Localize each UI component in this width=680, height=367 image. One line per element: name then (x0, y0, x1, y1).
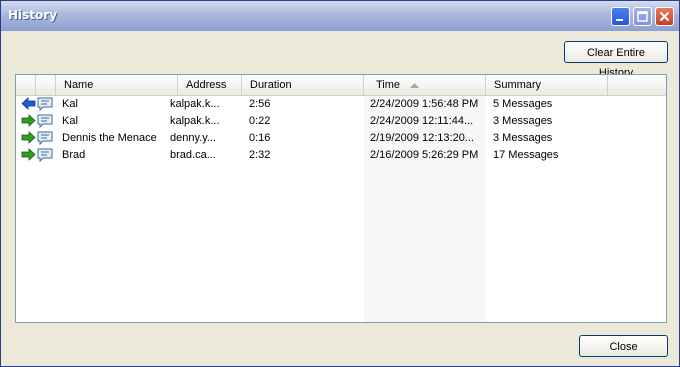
row-summary: 5 Messages (493, 98, 553, 110)
row-address: brad.ca... (170, 149, 216, 161)
header-direction-column[interactable] (16, 75, 36, 95)
incoming-arrow-icon (21, 97, 36, 110)
header-icon-column[interactable] (36, 75, 56, 95)
maximize-icon[interactable] (633, 7, 652, 26)
chat-icon (37, 131, 53, 145)
table-row[interactable]: Brad brad.ca... 2:32 2/16/2009 5:26:29 P… (16, 147, 666, 164)
row-name: Kal (62, 115, 78, 127)
close-icon[interactable] (655, 7, 674, 26)
row-name: Brad (62, 149, 86, 161)
header-address[interactable]: Address (178, 75, 242, 95)
history-window: History Clear Entire History Name Addres… (0, 0, 680, 367)
table-row[interactable]: Dennis the Menace denny.y... 0:16 2/19/2… (16, 130, 666, 147)
outgoing-arrow-icon (21, 114, 36, 127)
sort-ascending-icon (410, 83, 419, 88)
row-duration: 2:32 (249, 149, 271, 161)
chat-icon (37, 114, 53, 128)
chat-icon (37, 97, 53, 111)
header-time[interactable]: Time (364, 75, 486, 95)
row-name: Dennis the Menace (62, 132, 157, 144)
title-bar[interactable]: History (1, 1, 679, 31)
table-row[interactable]: Kal kalpak.k... 0:22 2/24/2009 12:11:44.… (16, 113, 666, 130)
history-list[interactable]: Name Address Duration Time Summary Kal k… (15, 74, 667, 323)
row-address: kalpak.k... (170, 98, 220, 110)
chat-icon (37, 148, 53, 162)
header-time-label: Time (376, 79, 401, 91)
minimize-icon[interactable] (611, 7, 630, 26)
row-time: 2/19/2009 12:13:20... (370, 132, 474, 144)
header-name[interactable]: Name (56, 75, 178, 95)
row-address: kalpak.k... (170, 115, 220, 127)
header-duration[interactable]: Duration (242, 75, 364, 95)
list-header: Name Address Duration Time Summary (16, 75, 666, 96)
window-title: History (8, 8, 58, 22)
row-time: 2/16/2009 5:26:29 PM (370, 149, 479, 161)
row-duration: 0:22 (249, 115, 271, 127)
close-button[interactable]: Close (579, 335, 668, 357)
row-duration: 2:56 (249, 98, 271, 110)
header-summary[interactable]: Summary (486, 75, 608, 95)
clear-history-button[interactable]: Clear Entire History (564, 41, 668, 79)
row-time: 2/24/2009 1:56:48 PM (370, 98, 479, 110)
row-time: 2/24/2009 12:11:44... (370, 115, 474, 127)
row-summary: 3 Messages (493, 132, 553, 144)
outgoing-arrow-icon (21, 131, 36, 144)
table-row[interactable]: Kal kalpak.k... 2:56 2/24/2009 1:56:48 P… (16, 96, 666, 113)
row-duration: 0:16 (249, 132, 271, 144)
row-summary: 17 Messages (493, 149, 559, 161)
row-address: denny.y... (170, 132, 217, 144)
row-summary: 3 Messages (493, 115, 553, 127)
outgoing-arrow-icon (21, 148, 36, 161)
row-name: Kal (62, 98, 78, 110)
